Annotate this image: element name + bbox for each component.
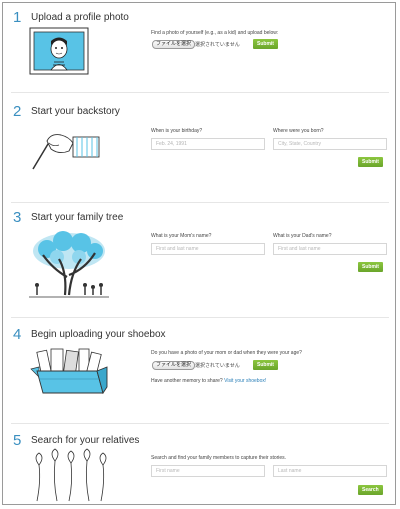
birthday-label: When is your birthday?: [151, 128, 203, 134]
divider: [11, 92, 389, 93]
step-backstory: 2 Start your backstory When is your birt…: [3, 97, 397, 197]
submit-shoebox-button[interactable]: Submit: [253, 360, 278, 370]
profile-portrait-icon: [29, 27, 89, 75]
step-search-relatives: 5 Search for your relatives Search and f…: [3, 429, 397, 509]
shoebox-icon: [30, 348, 108, 395]
step-profile-photo: 1 Upload a profile photo Find a photo of…: [3, 3, 397, 91]
step-title: Start your family tree: [31, 212, 124, 223]
step-number: 1: [13, 9, 22, 26]
page-frame: 1 Upload a profile photo Find a photo of…: [2, 2, 396, 505]
hand-writing-icon: [32, 134, 100, 170]
mom-name-input[interactable]: [151, 243, 265, 255]
first-name-input[interactable]: [151, 465, 265, 477]
choose-file-button[interactable]: ファイルを選択: [152, 40, 196, 49]
dad-name-input[interactable]: [273, 243, 387, 255]
born-input[interactable]: [273, 138, 387, 150]
step-title: Search for your relatives: [31, 435, 140, 446]
last-name-input[interactable]: [273, 465, 387, 477]
step-number: 2: [13, 103, 22, 120]
another-memory-text: Have another memory to share? Visit your…: [151, 378, 266, 384]
step-number: 5: [13, 432, 22, 449]
dad-label: What is your Dad's name?: [273, 233, 332, 239]
submit-backstory-button[interactable]: Submit: [358, 157, 383, 167]
submit-photo-button[interactable]: Submit: [253, 39, 278, 49]
born-label: Where were you born?: [273, 128, 324, 134]
divider: [11, 423, 389, 424]
file-status: 選択されていません: [195, 363, 240, 369]
step-number: 4: [13, 326, 22, 343]
divider: [11, 317, 389, 318]
search-instruction: Search and find your family members to c…: [151, 455, 287, 461]
mom-label: What is your Mom's name?: [151, 233, 212, 239]
balloons-icon: [35, 448, 107, 502]
choose-file-button[interactable]: ファイルを選択: [152, 361, 196, 370]
divider: [11, 202, 389, 203]
birthday-input[interactable]: [151, 138, 265, 150]
step-shoebox: 4 Begin uploading your shoebox Do you ha…: [3, 323, 397, 423]
step-number: 3: [13, 209, 22, 226]
shoebox-question: Do you have a photo of your mom or dad w…: [151, 350, 302, 356]
step-title: Upload a profile photo: [31, 12, 129, 23]
another-memory-prompt: Have another memory to share?: [151, 378, 223, 384]
family-tree-icon: [29, 231, 109, 298]
step-family-tree: 3 Start your family tree What is your Mo…: [3, 207, 397, 317]
upload-instruction: Find a photo of yourself (e.g., as a kid…: [151, 30, 279, 36]
file-status: 選択されていません: [195, 42, 240, 48]
submit-family-tree-button[interactable]: Submit: [358, 262, 383, 272]
visit-shoebox-link[interactable]: Visit your shoebox!: [224, 378, 266, 384]
step-title: Begin uploading your shoebox: [31, 329, 166, 340]
step-title: Start your backstory: [31, 106, 120, 117]
search-button[interactable]: Search: [358, 485, 383, 495]
